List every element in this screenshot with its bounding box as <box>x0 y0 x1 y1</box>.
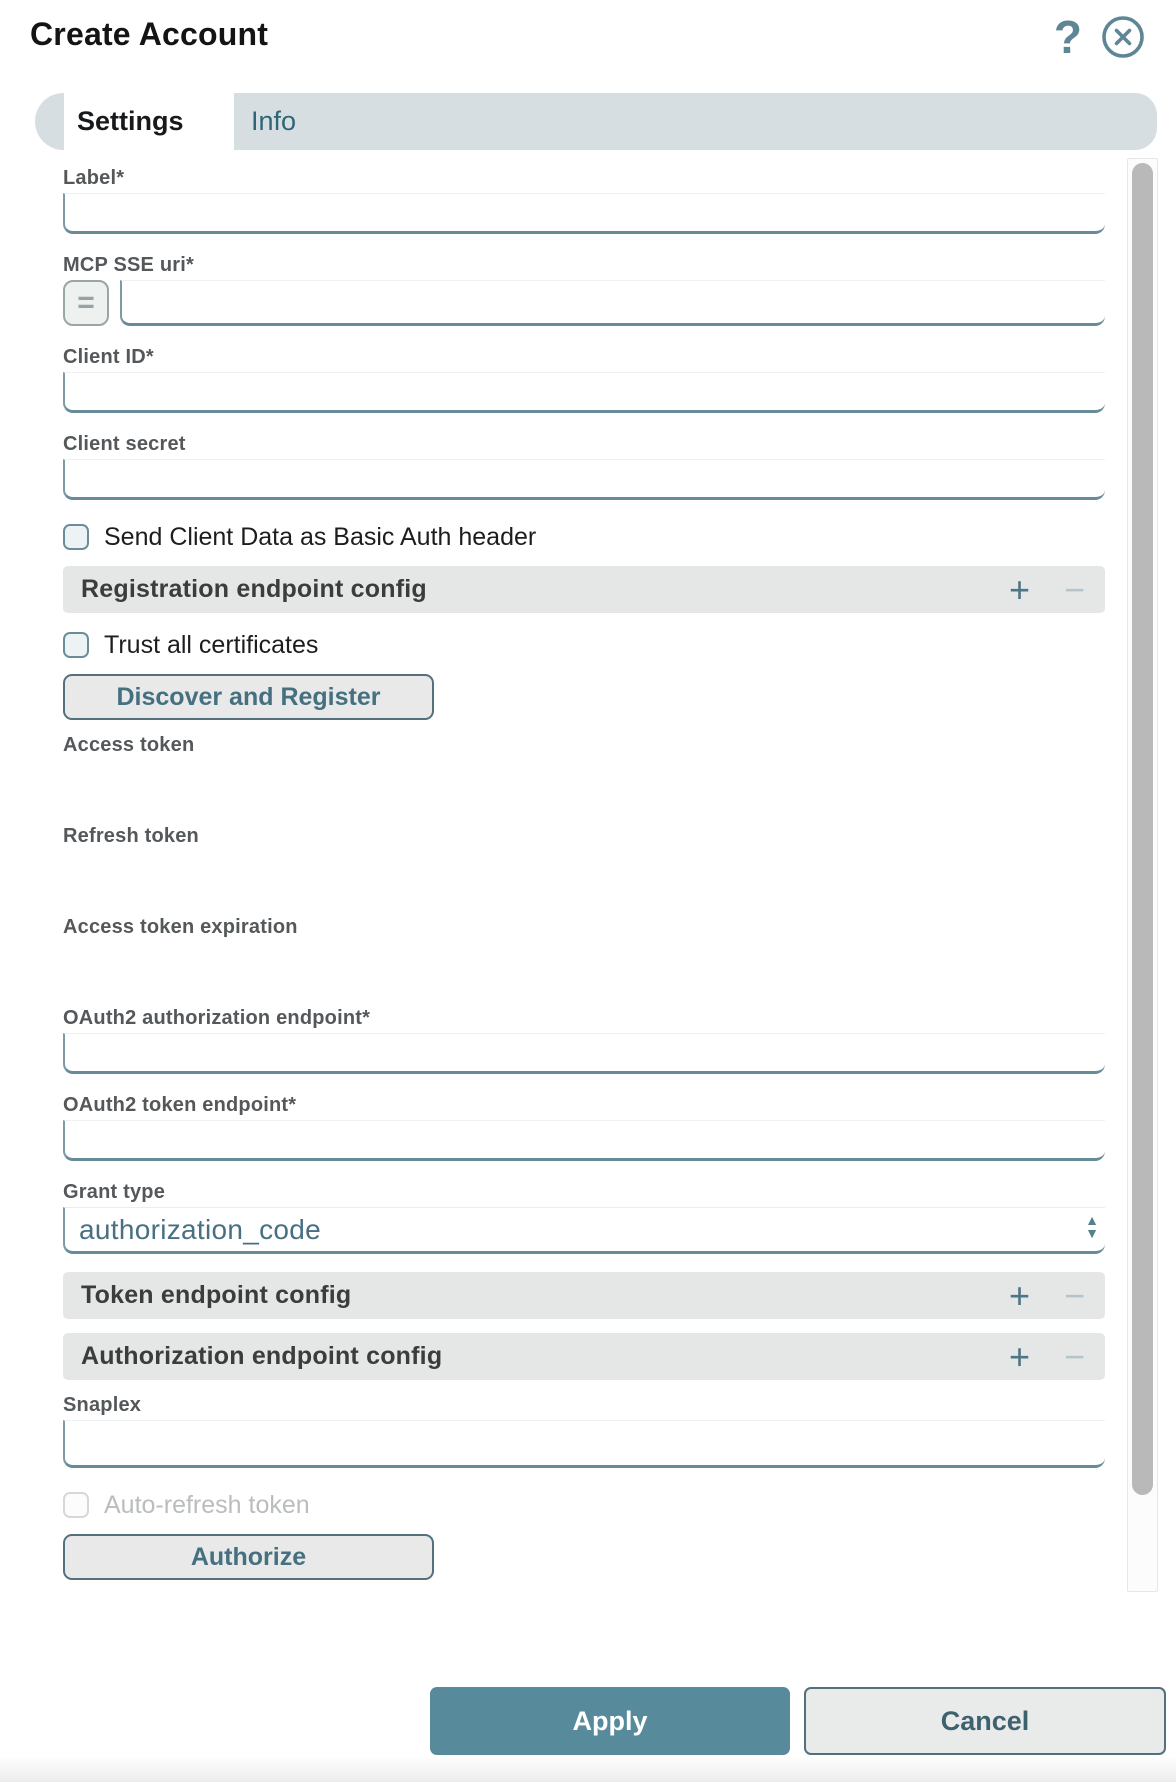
oauth2-token-endpoint-group: OAuth2 token endpoint* <box>63 1094 1105 1161</box>
oauth2-token-endpoint-input[interactable] <box>63 1120 1105 1161</box>
grant-type-group: Grant type authorization_code ▲ ▼ <box>63 1181 1105 1254</box>
refresh-token-group: Refresh token <box>63 825 1105 901</box>
client-secret-group: Client secret <box>63 433 1105 500</box>
registration-remove-icon[interactable]: − <box>1064 571 1085 608</box>
registration-endpoint-config-section: Registration endpoint config + − <box>63 566 1105 613</box>
grant-type-value: authorization_code <box>79 1213 322 1245</box>
grant-type-select[interactable]: authorization_code <box>63 1207 1105 1254</box>
authorization-add-icon[interactable]: + <box>1009 1338 1030 1375</box>
client-id-input[interactable] <box>63 372 1105 413</box>
token-endpoint-config-section: Token endpoint config + − <box>63 1272 1105 1319</box>
vertical-scrollbar[interactable] <box>1127 158 1158 1592</box>
authorization-endpoint-config-section: Authorization endpoint config + − <box>63 1333 1105 1380</box>
client-id-label: Client ID* <box>63 346 154 368</box>
label-input[interactable] <box>63 193 1105 234</box>
expression-toggle-button[interactable]: = <box>63 280 109 326</box>
mcp-sse-uri-input[interactable] <box>120 280 1105 326</box>
auto-refresh-token-checkbox <box>63 1492 89 1518</box>
oauth2-authorization-endpoint-group: OAuth2 authorization endpoint* <box>63 1007 1105 1074</box>
access-token-label: Access token <box>63 734 195 756</box>
token-section-title: Token endpoint config <box>81 1281 352 1309</box>
dialog-footer: Apply Cancel <box>430 1687 1166 1755</box>
close-icon[interactable] <box>1100 14 1146 60</box>
label-field-label: Label* <box>63 167 125 189</box>
help-icon[interactable]: ? <box>1054 14 1082 60</box>
access-token-expiration-label: Access token expiration <box>63 916 298 938</box>
page-title: Create Account <box>30 16 269 52</box>
access-token-expiration-group: Access token expiration <box>63 916 1105 992</box>
oauth2-authorization-endpoint-label: OAuth2 authorization endpoint* <box>63 1007 371 1029</box>
oauth2-token-endpoint-label: OAuth2 token endpoint* <box>63 1094 297 1116</box>
tab-settings[interactable]: Settings <box>64 93 234 150</box>
authorization-remove-icon[interactable]: − <box>1064 1338 1085 1375</box>
refresh-token-label: Refresh token <box>63 825 199 847</box>
grant-type-spinner[interactable]: ▲ ▼ <box>1085 1213 1099 1241</box>
oauth2-authorization-endpoint-input[interactable] <box>63 1033 1105 1074</box>
cancel-button[interactable]: Cancel <box>804 1687 1166 1755</box>
trust-all-certificates-label: Trust all certificates <box>104 630 319 659</box>
access-token-expiration-value <box>63 942 1105 992</box>
bottom-gradient <box>0 1756 1176 1782</box>
snaplex-group: Snaplex <box>63 1394 1105 1468</box>
authorize-button[interactable]: Authorize <box>63 1534 434 1580</box>
trust-all-certificates-row: Trust all certificates <box>63 628 1105 662</box>
scrollbar-thumb[interactable] <box>1132 163 1153 1495</box>
settings-form: Label* MCP SSE uri* = Client ID* Client … <box>0 150 1176 1580</box>
spinner-down-icon: ▼ <box>1085 1225 1099 1241</box>
mcp-sse-uri-group: MCP SSE uri* = <box>63 254 1105 326</box>
trust-all-certificates-checkbox[interactable] <box>63 632 89 658</box>
send-client-data-label: Send Client Data as Basic Auth header <box>104 522 537 551</box>
tab-info[interactable]: Info <box>234 106 296 137</box>
client-secret-input[interactable] <box>63 459 1105 500</box>
label-field-group: Label* <box>63 167 1105 234</box>
registration-section-title: Registration endpoint config <box>81 575 427 603</box>
tab-settings-label: Settings <box>77 106 184 136</box>
auto-refresh-token-row: Auto-refresh token <box>63 1488 1105 1522</box>
client-secret-label: Client secret <box>63 433 186 455</box>
snaplex-input[interactable] <box>63 1420 1105 1468</box>
access-token-value <box>63 760 1105 810</box>
header-icons: ? <box>1054 12 1146 60</box>
access-token-group: Access token <box>63 734 1105 810</box>
grant-type-label: Grant type <box>63 1181 166 1203</box>
discover-and-register-button[interactable]: Discover and Register <box>63 674 434 720</box>
token-add-icon[interactable]: + <box>1009 1277 1030 1314</box>
snaplex-label: Snaplex <box>63 1394 142 1416</box>
authorization-section-title: Authorization endpoint config <box>81 1342 443 1370</box>
registration-add-icon[interactable]: + <box>1009 571 1030 608</box>
dialog-header: Create Account ? <box>0 0 1176 60</box>
client-id-group: Client ID* <box>63 346 1105 413</box>
apply-button[interactable]: Apply <box>430 1687 790 1755</box>
token-remove-icon[interactable]: − <box>1064 1277 1085 1314</box>
tab-bar: Settings Info <box>35 93 1157 150</box>
mcp-sse-uri-label: MCP SSE uri* <box>63 254 194 276</box>
send-client-data-checkbox[interactable] <box>63 524 89 550</box>
auto-refresh-token-label: Auto-refresh token <box>104 1490 310 1519</box>
send-client-data-row: Send Client Data as Basic Auth header <box>63 520 1105 554</box>
refresh-token-value <box>63 851 1105 901</box>
tab-bar-left-cap <box>35 93 64 150</box>
tab-bar-track: Info <box>234 93 1157 150</box>
